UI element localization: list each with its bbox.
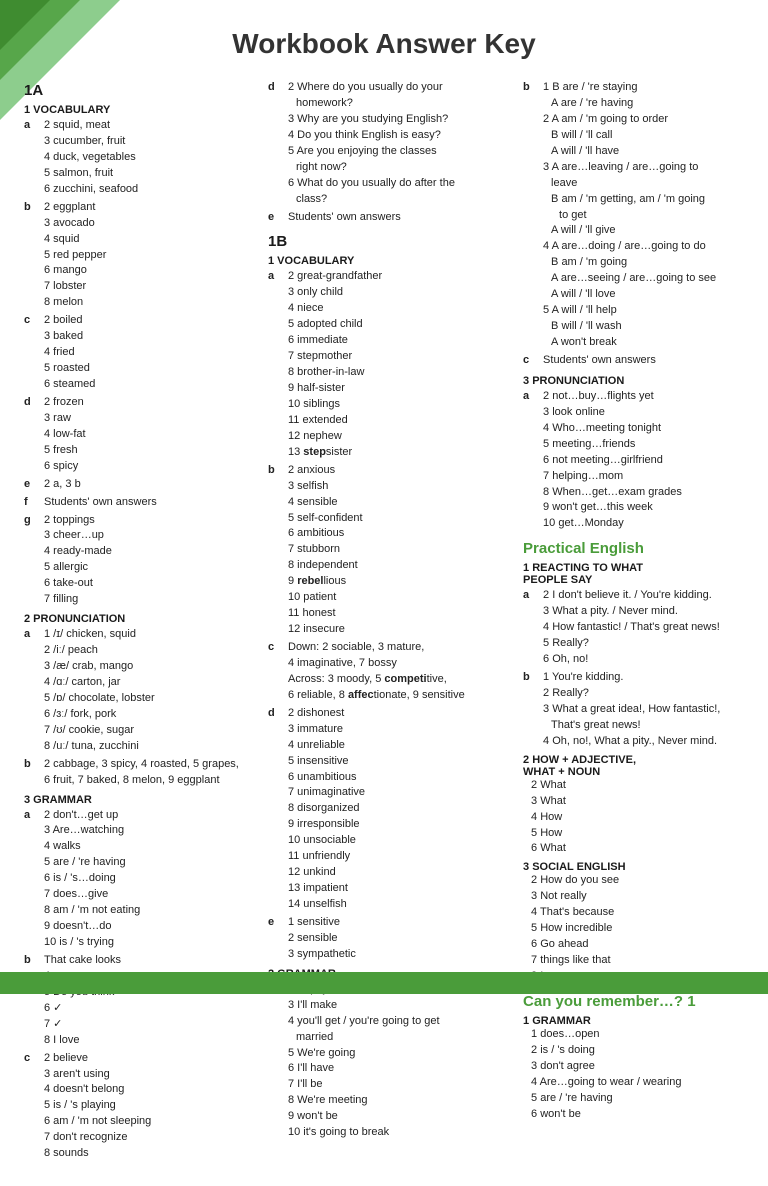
right-c: c Students' own answers bbox=[523, 353, 744, 369]
1a-vocab-g-items: 2 toppings 3 cheer…up 4 ready-made 5 all… bbox=[36, 513, 112, 609]
practical-english-title: Practical English bbox=[523, 540, 744, 557]
1a-vocab-c-label: c 2 boiled 3 baked 4 fried 5 roasted 6 s… bbox=[24, 313, 256, 393]
1b-gram-a: a 2 I'll pay 3 I'll make 4 you'll get / … bbox=[268, 982, 511, 1141]
1a-pron-b-text: 2 cabbage, 3 spicy, 4 roasted, 5 grapes,… bbox=[36, 757, 239, 789]
column-right: b 1 B are / 're staying A are / 're havi… bbox=[517, 78, 750, 1166]
1a-va-4: 4 duck, vegetables bbox=[36, 150, 138, 166]
1a-e: e Students' own answers bbox=[268, 210, 511, 226]
1a-vocab-f-text: Students' own answers bbox=[36, 495, 157, 511]
1b-vocab-a: a 2 great-grandfather 3 only child 4 nie… bbox=[268, 269, 511, 460]
section-1b-label: 1B bbox=[268, 233, 511, 250]
1a-vocab-c-items: 2 boiled 3 baked 4 fried 5 roasted 6 ste… bbox=[36, 313, 95, 393]
1a-gram-c: c 2 believe 3 aren't using 4 doesn't bel… bbox=[24, 1051, 256, 1163]
pe-s3-items: 2 How do you see 3 Not really 4 That's b… bbox=[523, 873, 744, 985]
1a-va-6: 6 zucchini, seafood bbox=[36, 182, 138, 198]
what-a-pity-item: 3 What a pity. / Never mind. bbox=[535, 604, 720, 620]
1a-vocab-f: f Students' own answers bbox=[24, 495, 256, 511]
column-mid: d 2 Where do you usually do your homewor… bbox=[262, 78, 517, 1166]
1b-vocab-e: e 1 sensitive 2 sensible 3 sympathetic bbox=[268, 915, 511, 963]
1a-d-header: d 2 Where do you usually do your homewor… bbox=[268, 80, 511, 208]
1a-pronunciation-block: 2 PRONUNCIATION a 1 /ɪ/ chicken, squid 2… bbox=[24, 613, 256, 788]
can-you-remember-block: Can you remember…? 1 1 GRAMMAR 1 does…op… bbox=[523, 993, 744, 1123]
1a-vocab-b-items: 2 eggplant 3 avocado 4 squid 5 red peppe… bbox=[36, 200, 106, 312]
1a-gram-b: b That cake looks 4 ✓ 5 Do you think 6 ✓… bbox=[24, 953, 256, 1049]
pe-section2-header: 2 HOW + ADJECTIVE,WHAT + NOUN bbox=[523, 754, 744, 778]
pe-section3-header: 3 SOCIAL ENGLISH bbox=[523, 861, 744, 873]
page-title: Workbook Answer Key bbox=[0, 0, 768, 78]
1b-vocab-header: 1 VOCABULARY bbox=[268, 255, 511, 267]
pe-s1-a: a 2 I don't believe it. / You're kidding… bbox=[523, 588, 744, 668]
1a-va-5: 5 salmon, fruit bbox=[36, 166, 138, 182]
pe-s2-items: 2 What 3 What 4 How 5 How 6 What bbox=[523, 778, 744, 858]
section-1a-label: 1A bbox=[24, 82, 256, 99]
1a-vocab-e: e 2 a, 3 b bbox=[24, 477, 256, 493]
1b-vocab-d: d 2 dishonest 3 immature 4 unreliable 5 … bbox=[268, 706, 511, 913]
1a-pronunciation-header: 2 PRONUNCIATION bbox=[24, 613, 256, 625]
1a-pron-b: b 2 cabbage, 3 spicy, 4 roasted, 5 grape… bbox=[24, 757, 256, 789]
1b-vocab-b: b 2 anxious 3 selfish 4 sensible 5 self-… bbox=[268, 463, 511, 638]
1a-vocab-a-items: 2 squid, meat 3 cucumber, fruit 4 duck, … bbox=[36, 118, 138, 198]
1b-vocab-c: c Down: 2 sociable, 3 mature, 4 imaginat… bbox=[268, 640, 511, 704]
1a-pron-a: a 1 /ɪ/ chicken, squid 2 /iː/ peach 3 /æ… bbox=[24, 627, 256, 755]
1a-grammar-header: 3 GRAMMAR bbox=[24, 794, 256, 806]
1b-vocab-block: 1 VOCABULARY a 2 great-grandfather 3 onl… bbox=[268, 255, 511, 962]
right-pronunciation-header: 3 PRONUNCIATION bbox=[523, 375, 744, 387]
1a-vocab-d-label: d 2 frozen 3 raw 4 low-fat 5 fresh 6 spi… bbox=[24, 395, 256, 475]
cyr-grammar-items: 1 does…open 2 is / 's doing 3 don't agre… bbox=[523, 1027, 744, 1123]
1a-vocab-e-text: 2 a, 3 b bbox=[36, 477, 81, 493]
1a-vocab-b-label: b 2 eggplant 3 avocado 4 squid 5 red pep… bbox=[24, 200, 256, 312]
bottom-bar bbox=[0, 972, 768, 994]
1a-vocab-header: 1 VOCABULARY bbox=[24, 104, 256, 116]
1a-vocab-g-label: g 2 toppings 3 cheer…up 4 ready-made 5 a… bbox=[24, 513, 256, 609]
1a-vocab-block: 1 VOCABULARY a 2 squid, meat 3 cucumber,… bbox=[24, 104, 256, 608]
pe-s1-b: b 1 You're kidding. 2 Really? 3 What a g… bbox=[523, 670, 744, 750]
1a-vocab-d-items: 2 frozen 3 raw 4 low-fat 5 fresh 6 spicy bbox=[36, 395, 86, 475]
practical-english-block: Practical English 1 REACTING TO WHATPEOP… bbox=[523, 540, 744, 985]
1a-va-2: 2 squid, meat bbox=[36, 118, 138, 134]
column-left: 1A 1 VOCABULARY a 2 squid, meat 3 cucumb… bbox=[18, 78, 262, 1166]
1a-gram-a: a 2 don't…get up 3 Are…watching 4 walks … bbox=[24, 808, 256, 951]
1a-va-3: 3 cucumber, fruit bbox=[36, 134, 138, 150]
cyr-grammar-header: 1 GRAMMAR bbox=[523, 1015, 744, 1027]
label-a: a bbox=[24, 118, 34, 198]
pe-section1-header: 1 REACTING TO WHATPEOPLE SAY bbox=[523, 562, 744, 586]
label-b: b bbox=[24, 200, 34, 312]
right-pron-a: a 2 not…buy…flights yet 3 look online 4 … bbox=[523, 389, 744, 532]
1a-vocab-a-label: a 2 squid, meat 3 cucumber, fruit 4 duck… bbox=[24, 118, 256, 198]
right-pronunciation-block: 3 PRONUNCIATION a 2 not…buy…flights yet … bbox=[523, 375, 744, 532]
right-b-header: b 1 B are / 're staying A are / 're havi… bbox=[523, 80, 744, 351]
can-you-remember-title: Can you remember…? 1 bbox=[523, 993, 744, 1010]
